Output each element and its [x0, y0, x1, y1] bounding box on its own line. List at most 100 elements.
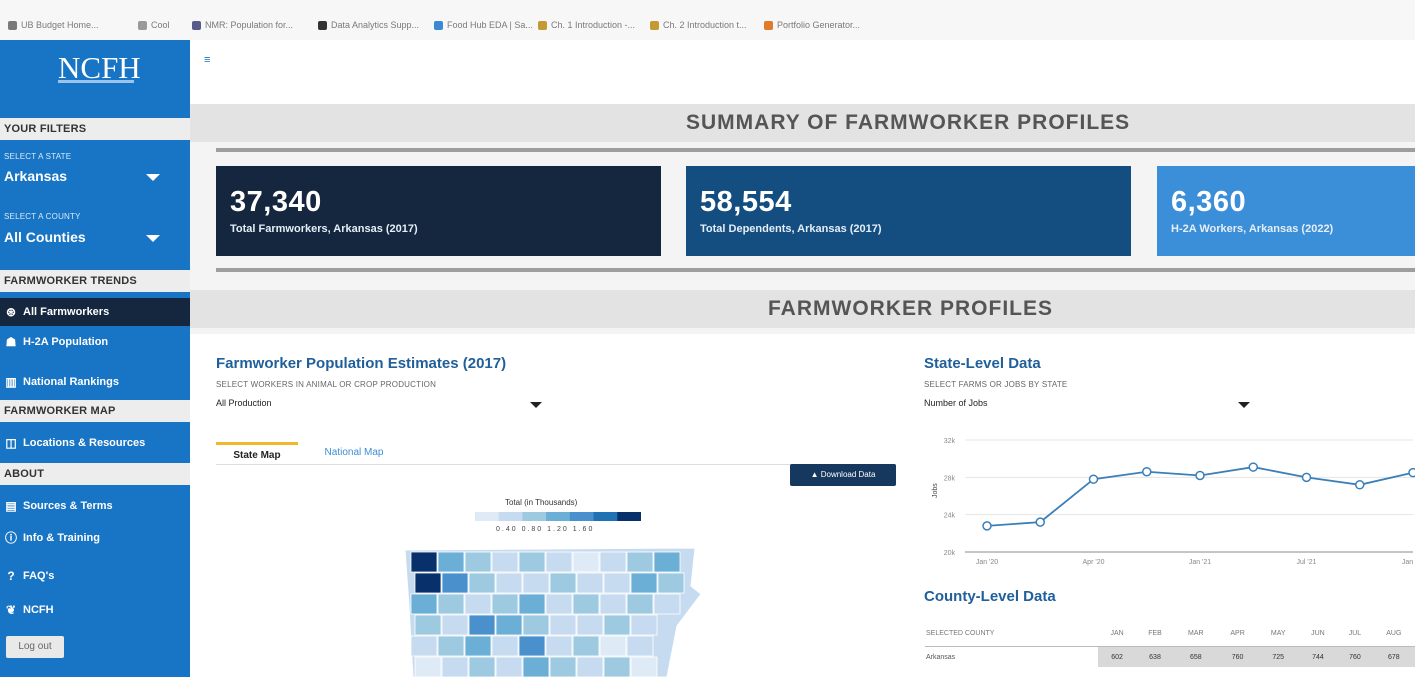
county-shape[interactable] [630, 572, 658, 594]
county-shape[interactable] [522, 614, 550, 636]
sidebar-item-h-2a-population[interactable]: ☗ H-2A Population [0, 328, 190, 356]
county-shape[interactable] [653, 551, 681, 573]
chart-y-axis-label: Jobs [932, 483, 939, 498]
county-shape[interactable] [522, 656, 550, 677]
county-shape[interactable] [464, 551, 492, 573]
bookmark-link[interactable]: NMR: Population for... [192, 20, 293, 30]
county-shape[interactable] [576, 656, 604, 677]
sidebar-item-locations-resources[interactable]: ◫ Locations & Resources [0, 429, 190, 457]
chart-data-point[interactable] [1088, 474, 1099, 484]
county-shape[interactable] [495, 656, 523, 677]
county-shape[interactable] [464, 635, 492, 657]
bookmark-link[interactable]: Ch. 2 Introduction t... [650, 20, 747, 30]
chevron-down-icon[interactable] [1238, 402, 1250, 408]
county-shape[interactable] [491, 551, 519, 573]
county-shape[interactable] [495, 614, 523, 636]
county-shape[interactable] [410, 635, 438, 657]
county-shape[interactable] [549, 572, 577, 594]
bookmark-link[interactable]: UB Budget Home... [8, 20, 99, 30]
county-shape[interactable] [653, 593, 681, 615]
bookmark-link[interactable]: Ch. 1 Introduction -... [538, 20, 635, 30]
production-select[interactable]: All Production [216, 398, 272, 408]
county-shape[interactable] [522, 572, 550, 594]
county-shape[interactable] [572, 593, 600, 615]
county-shape[interactable] [599, 551, 627, 573]
county-shape[interactable] [491, 635, 519, 657]
sidebar-item-all-farmworkers[interactable]: ⊛ All Farmworkers [0, 298, 190, 326]
sidebar-item-national-rankings[interactable]: ▥ National Rankings [0, 368, 190, 396]
county-shape[interactable] [441, 656, 469, 677]
chart-x-tick-label: Jan '22 [1402, 559, 1415, 566]
chart-data-point[interactable] [1195, 470, 1205, 481]
county-shape[interactable] [468, 572, 496, 594]
chart-data-point[interactable] [1301, 472, 1312, 483]
state-level-line-chart[interactable]: 20k 24k 28k 32k Jobs Jan '20 Apr '20 Jan '21 Jul… [925, 430, 1415, 572]
county-shape[interactable] [414, 614, 442, 636]
sidebar-item-info-training[interactable]: ⓘ Info & Training [0, 524, 190, 552]
download-data-button[interactable]: ▲ Download Data [790, 464, 896, 486]
county-shape[interactable] [437, 635, 465, 657]
county-shape[interactable] [576, 572, 604, 594]
county-shape[interactable] [545, 593, 573, 615]
county-shape[interactable] [518, 593, 546, 615]
county-shape[interactable] [518, 635, 546, 657]
county-shape[interactable] [657, 572, 685, 594]
sidebar-item-ncfh[interactable]: ❦ NCFH [0, 596, 190, 624]
county-shape[interactable] [441, 614, 469, 636]
chevron-down-icon[interactable] [530, 402, 542, 408]
sidebar-item-sources-terms[interactable]: ▤ Sources & Terms [0, 492, 190, 520]
county-shape[interactable] [630, 656, 658, 677]
county-shape[interactable] [518, 551, 546, 573]
county-shape[interactable] [576, 614, 604, 636]
county-shape[interactable] [572, 551, 600, 573]
chart-data-point[interactable] [982, 521, 992, 531]
county-shape[interactable] [626, 635, 654, 657]
chart-data-point[interactable] [1408, 467, 1415, 478]
county-shape[interactable] [468, 656, 496, 677]
chart-data-point[interactable] [1142, 466, 1152, 477]
county-shape[interactable] [414, 572, 442, 594]
county-shape[interactable] [414, 656, 442, 677]
chart-data-point[interactable] [1248, 462, 1258, 472]
chart-data-point[interactable] [1035, 517, 1045, 527]
bookmark-link[interactable]: Data Analytics Supp... [318, 20, 419, 30]
county-shape[interactable] [549, 614, 577, 636]
county-shape[interactable] [603, 614, 631, 636]
county-shape[interactable] [545, 551, 573, 573]
sidebar-item-faq-s[interactable]: ? FAQ's [0, 562, 190, 590]
logout-button[interactable]: Log out [6, 636, 64, 658]
county-shape[interactable] [549, 656, 577, 677]
county-shape[interactable] [410, 551, 438, 573]
county-shape[interactable] [626, 593, 654, 615]
county-shape[interactable] [437, 551, 465, 573]
county-shape[interactable] [468, 614, 496, 636]
county-shape[interactable] [437, 593, 465, 615]
farms-jobs-select[interactable]: Number of Jobs [924, 398, 988, 408]
county-shape[interactable] [491, 593, 519, 615]
bookmark-link[interactable]: Food Hub EDA | Sa... [434, 20, 533, 30]
county-shape[interactable] [545, 635, 573, 657]
table-cell: 678 [1372, 646, 1415, 667]
county-shape[interactable] [441, 572, 469, 594]
tab-national-map[interactable]: National Map [306, 442, 402, 464]
state-select[interactable]: Arkansas [4, 168, 174, 184]
county-shape[interactable] [495, 572, 523, 594]
arkansas-county-map[interactable] [405, 546, 705, 677]
county-shape[interactable] [572, 635, 600, 657]
county-shape[interactable] [603, 572, 631, 594]
county-shape[interactable] [464, 593, 492, 615]
chart-data-point[interactable] [1355, 480, 1365, 490]
county-shape[interactable] [599, 593, 627, 615]
bookmark-link[interactable]: Portfolio Generator... [764, 20, 860, 30]
county-shape[interactable] [626, 551, 654, 573]
bookmark-link[interactable]: Cool [138, 20, 170, 30]
county-select[interactable]: All Counties [4, 229, 174, 245]
county-shape[interactable] [599, 635, 627, 657]
production-select-label: SELECT WORKERS IN ANIMAL OR CROP PRODUCT… [216, 380, 437, 389]
menu-toggle-icon[interactable]: ≡ [204, 54, 210, 66]
county-shape[interactable] [630, 614, 658, 636]
county-shape[interactable] [603, 656, 631, 677]
state-select-label: SELECT A STATE [4, 152, 72, 161]
logo-underline [58, 80, 134, 83]
county-shape[interactable] [410, 593, 438, 615]
